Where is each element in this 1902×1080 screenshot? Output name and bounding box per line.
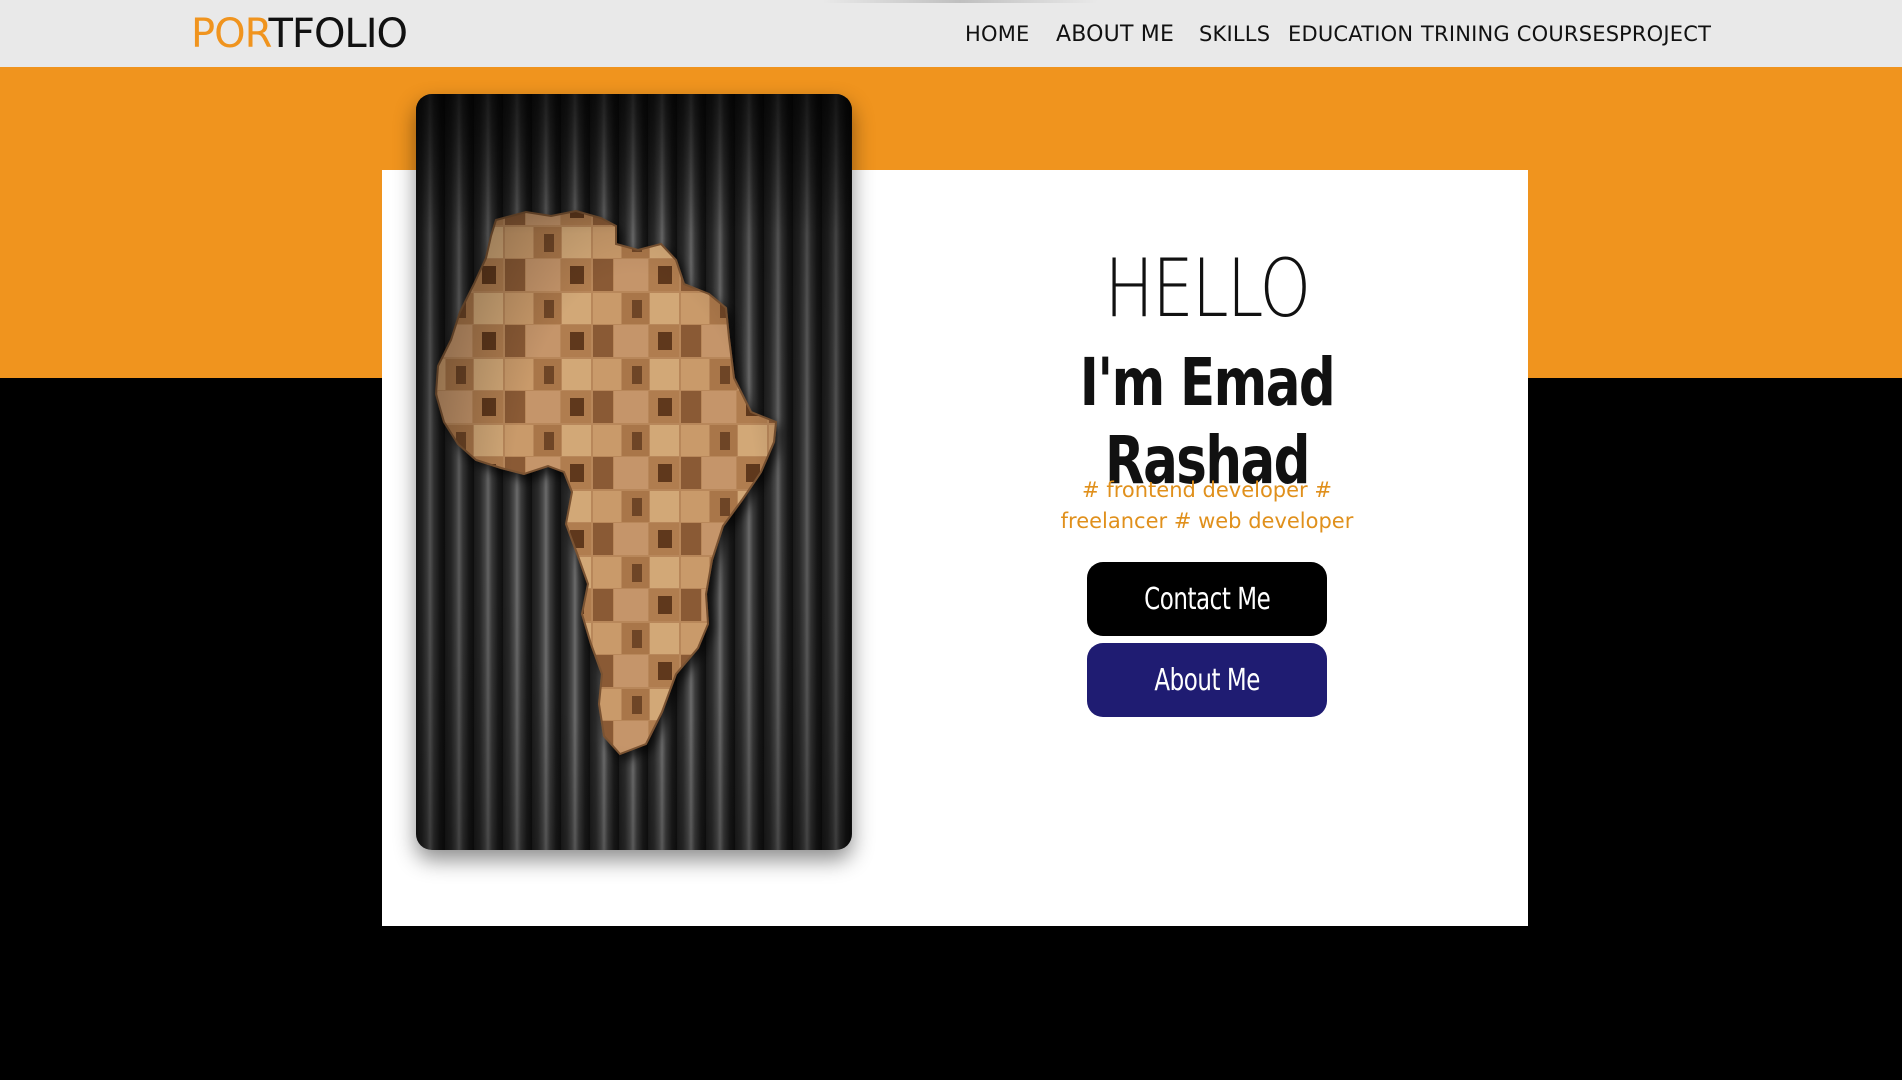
top-navbar: PORTFOLIO HOME ABOUT ME SKILLS EDUCATION… [0, 0, 1902, 67]
hero-photo [416, 94, 852, 850]
contact-me-button[interactable]: Contact Me [1087, 562, 1327, 636]
tagline-line-1: # frontend developer # [1082, 478, 1332, 502]
about-me-label: About Me [1154, 662, 1260, 698]
hero-greeting: HELLO [1104, 242, 1312, 335]
nav-about-me[interactable]: ABOUT ME [1056, 21, 1174, 49]
nav-skills[interactable]: SKILLS [1199, 20, 1270, 48]
navbar-shadow [822, 0, 1098, 3]
nav-home[interactable]: HOME [965, 20, 1030, 48]
nav-project[interactable]: PROJECT [1619, 20, 1711, 48]
nav-education[interactable]: EDUCATION [1288, 20, 1413, 48]
nav-training-courses[interactable]: TRINING COURSES [1421, 20, 1619, 48]
tagline-line-2: freelancer # web developer [1060, 509, 1354, 533]
nav-links: HOME ABOUT ME SKILLS EDUCATION TRINING C… [0, 20, 1902, 48]
contact-me-label: Contact Me [1143, 581, 1271, 617]
hero-tagline: # frontend developer # freelancer # web … [1020, 475, 1394, 537]
about-me-button[interactable]: About Me [1087, 643, 1327, 717]
photo-vignette [416, 94, 852, 850]
